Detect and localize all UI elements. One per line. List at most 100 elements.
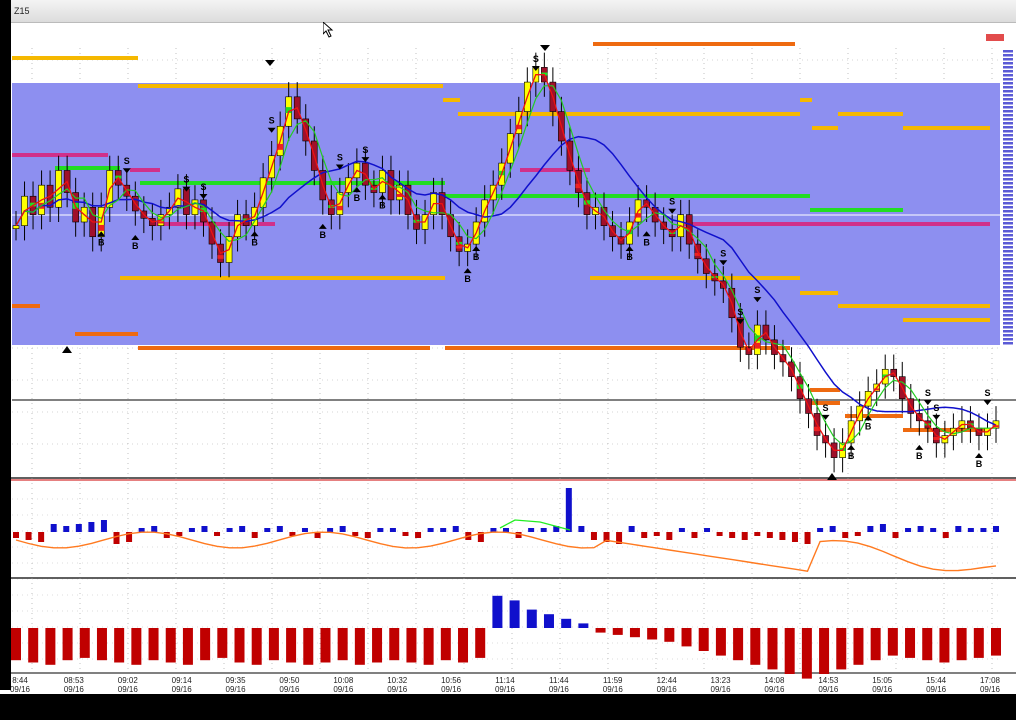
volume-bar — [666, 532, 673, 540]
volume-bar — [339, 526, 346, 532]
side-level-bar — [1003, 342, 1013, 345]
side-level-bar — [1003, 114, 1013, 117]
side-level-bar — [1003, 322, 1013, 325]
date-axis-label: 09/16 — [603, 685, 624, 694]
time-axis-label: 8:44 — [12, 676, 28, 685]
side-level-bar — [1003, 318, 1013, 321]
side-level-bar — [1003, 254, 1013, 257]
date-axis-label: 09/16 — [549, 685, 570, 694]
cumulative-volume-bar — [200, 628, 211, 661]
price-level-line — [130, 168, 160, 172]
side-level-bar — [1003, 102, 1013, 105]
time-axis-label: 11:14 — [495, 676, 515, 685]
cumulative-volume-bar — [475, 628, 486, 658]
cumulative-volume-bar — [939, 628, 950, 663]
cumulative-volume-bar — [131, 628, 142, 665]
side-level-bar — [1003, 170, 1013, 173]
signal-marker: S — [200, 182, 206, 192]
volume-bar — [377, 528, 384, 532]
side-level-bar — [1003, 142, 1013, 145]
cumulative-volume-bar — [182, 628, 193, 665]
volume-trend-line-alt — [499, 519, 571, 531]
volume-bar — [490, 528, 497, 532]
signal-marker: S — [533, 54, 539, 64]
side-level-bar — [1003, 270, 1013, 273]
time-axis-label: 10:32 — [387, 676, 408, 685]
time-axis-label: 09:14 — [172, 676, 193, 685]
side-level-bar — [1003, 210, 1013, 213]
date-axis-label: 09/16 — [118, 685, 139, 694]
cumulative-volume-bar — [836, 628, 847, 670]
cumulative-volume-bar — [698, 628, 709, 651]
signal-marker: S — [984, 388, 990, 398]
volume-bar — [779, 532, 786, 540]
side-level-bar — [1003, 138, 1013, 141]
signal-marker: S — [362, 145, 368, 155]
side-level-bar — [1003, 198, 1013, 201]
volume-bar — [578, 526, 585, 532]
volume-bar — [867, 526, 874, 532]
cumulative-volume-bar — [492, 595, 503, 628]
cumulative-volume-bar — [96, 628, 107, 661]
volume-bar — [352, 532, 359, 536]
cumulative-volume-bar — [784, 628, 795, 674]
side-level-bar — [1003, 266, 1013, 269]
signal-marker: B — [626, 252, 633, 262]
side-level-bar — [1003, 90, 1013, 93]
volume-bar — [226, 528, 233, 532]
side-level-bar — [1003, 146, 1013, 149]
side-level-bar — [1003, 86, 1013, 89]
cumulative-volume-bar — [389, 628, 400, 661]
volume-bar — [955, 526, 962, 532]
volume-bar — [766, 532, 773, 538]
candle-body — [12, 225, 20, 229]
volume-bar — [113, 532, 120, 544]
date-axis-label: 09/16 — [872, 685, 893, 694]
volume-bar — [25, 532, 32, 540]
volume-bar — [842, 532, 849, 538]
date-axis-label: 09/16 — [926, 685, 947, 694]
side-level-bar — [1003, 326, 1013, 329]
date-axis-label: 09/16 — [10, 685, 31, 694]
volume-bar — [729, 532, 736, 538]
cumulative-volume-bar — [45, 628, 56, 665]
volume-bar — [13, 532, 19, 538]
date-axis-label: 09/16 — [980, 685, 1001, 694]
price-level-line — [443, 98, 460, 102]
volume-bar — [791, 532, 798, 542]
cumulative-volume-bar — [973, 628, 984, 658]
side-level-bar — [1003, 226, 1013, 229]
price-level-line — [810, 388, 840, 392]
volume-bar — [251, 532, 258, 538]
time-axis-label: 11:44 — [549, 676, 569, 685]
volume-bar — [151, 526, 158, 532]
date-axis-label: 09/16 — [279, 685, 300, 694]
cumulative-volume-bar — [715, 628, 726, 656]
volume-bar — [214, 532, 221, 536]
time-axis-label: 15:44 — [926, 676, 947, 685]
signal-marker: S — [925, 388, 931, 398]
side-level-bar — [1003, 194, 1013, 197]
signal-marker: B — [132, 241, 139, 251]
volume-bar — [628, 526, 635, 532]
side-level-bar — [1003, 262, 1013, 265]
volume-bar — [402, 532, 409, 536]
volume-trend-line — [15, 531, 997, 572]
cumulative-volume-bar — [664, 628, 675, 642]
cumulative-volume-bar — [320, 628, 331, 663]
cumulative-volume-bar — [303, 628, 314, 665]
side-level-bar — [1003, 178, 1013, 181]
price-level-line — [12, 153, 108, 157]
signal-triangle — [983, 400, 992, 406]
cumulative-volume-bar — [578, 623, 589, 628]
price-chart[interactable]: SBSBSSBSBSBBBSB BSBSSSSBBSBSBS8:4409/1608… — [0, 0, 1016, 720]
signal-marker: B — [643, 237, 650, 247]
cumulative-volume-bar — [922, 628, 933, 661]
date-axis-label: 09/16 — [64, 685, 85, 694]
cumulative-volume-bar — [28, 628, 39, 663]
side-level-bar — [1003, 82, 1013, 85]
volume-bar — [176, 532, 183, 536]
side-level-bar — [1003, 162, 1013, 165]
side-level-bar — [1003, 130, 1013, 133]
side-level-bar — [1003, 294, 1013, 297]
